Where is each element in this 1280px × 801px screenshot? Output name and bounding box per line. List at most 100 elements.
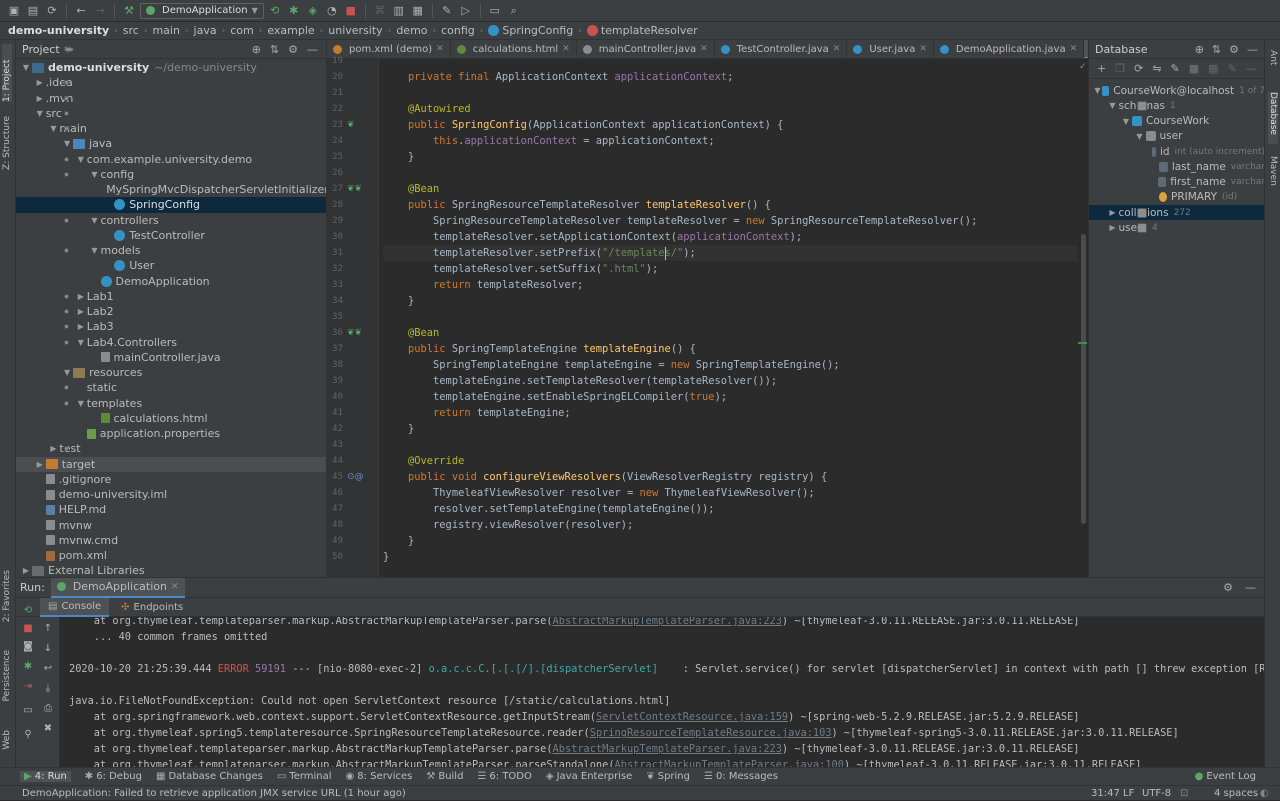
project-tree-item[interactable]: ▶ test bbox=[16, 441, 326, 456]
save-all-icon[interactable]: ▤ bbox=[25, 3, 41, 19]
database-tree-item[interactable]: ▼schemas1 bbox=[1089, 98, 1264, 113]
bottom-tool-button[interactable]: ◈ Java Enterprise bbox=[546, 771, 632, 782]
sdk-icon[interactable]: ▦ bbox=[410, 3, 426, 19]
scroll-thumb[interactable] bbox=[1081, 234, 1086, 524]
chevron-right-icon[interactable]: ▶ bbox=[75, 307, 87, 316]
chevron-right-icon[interactable]: ▶ bbox=[34, 460, 46, 469]
database-tree-item[interactable]: ▼ CourseWork@localhost 1 of 7 bbox=[1089, 83, 1264, 98]
tool-window-maven[interactable]: Maven bbox=[1268, 156, 1278, 186]
close-icon[interactable]: ✕ bbox=[171, 582, 179, 592]
gear-icon[interactable]: ⚙ bbox=[288, 43, 298, 56]
project-tree-item[interactable]: TestController bbox=[16, 228, 326, 243]
locate-icon[interactable]: ⊕ bbox=[1195, 43, 1204, 56]
forward-icon[interactable]: → bbox=[92, 3, 108, 19]
project-tree-item[interactable]: ▶ External Libraries bbox=[16, 563, 326, 577]
chevron-down-icon[interactable]: ▼ bbox=[61, 368, 73, 377]
stop-icon[interactable]: ■ bbox=[22, 623, 34, 635]
collapse-all-icon[interactable]: ⇅ bbox=[270, 43, 279, 56]
project-tree-item[interactable]: ▼ resources bbox=[16, 365, 326, 380]
database-tree-item[interactable]: ▶collations272 bbox=[1089, 205, 1264, 221]
breadcrumb-item[interactable]: demo-university bbox=[8, 24, 109, 37]
git-icon[interactable]: ◐ bbox=[1260, 786, 1269, 801]
close-icon[interactable]: ✕ bbox=[700, 44, 708, 54]
project-tree-item[interactable]: SpringConfig bbox=[16, 197, 326, 213]
project-tree-item[interactable]: ▼ com.example.university.demo bbox=[16, 152, 326, 167]
breadcrumb-item[interactable]: › demo bbox=[383, 24, 428, 37]
schema-sync-icon[interactable]: ⇋ bbox=[1152, 62, 1161, 75]
scroll-down-icon[interactable]: ↓ bbox=[42, 643, 54, 655]
tool-window-database[interactable]: Database bbox=[1268, 92, 1278, 144]
project-tree-item[interactable]: ▼ Lab4.Controllers bbox=[16, 335, 326, 350]
project-tree-item[interactable]: pom.xml bbox=[16, 548, 326, 563]
trash-icon[interactable]: ✖ bbox=[42, 723, 54, 735]
tool-window-structure[interactable]: Z: Structure bbox=[2, 116, 12, 170]
exit-icon[interactable]: ⇥ bbox=[22, 681, 34, 693]
project-tree-item[interactable]: HELP.md bbox=[16, 502, 326, 517]
debug-icon[interactable]: ✱ bbox=[286, 3, 302, 19]
event-log-button[interactable]: ● Event Log bbox=[1195, 771, 1256, 782]
chevron-down-icon[interactable]: ▼ bbox=[34, 109, 46, 118]
coverage-icon[interactable]: ◈ bbox=[305, 3, 321, 19]
soft-wrap-icon[interactable]: ↩ bbox=[42, 663, 54, 675]
editor-tab[interactable]: DemoApplication.java ✕ bbox=[934, 40, 1085, 58]
project-tree-item[interactable]: ▼ main bbox=[16, 121, 326, 136]
chevron-down-icon[interactable]: ▼ bbox=[1120, 117, 1132, 126]
rerun-icon[interactable]: ⟲ bbox=[22, 605, 34, 617]
project-tree-item[interactable]: demo-university.iml bbox=[16, 487, 326, 502]
breadcrumb-item[interactable]: › example bbox=[254, 24, 315, 37]
breadcrumb-item[interactable]: › SpringConfig bbox=[475, 24, 573, 37]
project-tree-item[interactable]: ▼ controllers bbox=[16, 213, 326, 228]
chevron-right-icon[interactable]: ▶ bbox=[34, 94, 46, 103]
close-icon[interactable]: ✕ bbox=[562, 44, 570, 54]
chevron-down-icon[interactable]: ▼ bbox=[1107, 101, 1119, 110]
chevron-right-icon[interactable]: ▶ bbox=[1107, 208, 1119, 217]
hide-icon[interactable]: — bbox=[307, 43, 318, 56]
bottom-tool-button[interactable]: ▭ Terminal bbox=[277, 771, 332, 782]
code-area[interactable]: private final ApplicationContext applica… bbox=[383, 59, 1078, 577]
project-tree-item[interactable]: ▼ config bbox=[16, 167, 326, 182]
back-icon[interactable]: ← bbox=[73, 3, 89, 19]
project-tree-item[interactable]: ▶ .idea bbox=[16, 75, 326, 90]
database-tree-item[interactable]: ▼ user bbox=[1089, 129, 1264, 144]
chevron-right-icon[interactable]: ▶ bbox=[75, 322, 87, 331]
project-tree-item[interactable]: mvnw bbox=[16, 518, 326, 533]
tab-console[interactable]: ▤ Console bbox=[40, 597, 110, 617]
stop-icon[interactable]: ■ bbox=[1189, 62, 1199, 75]
editor-tab[interactable]: calculations.html ✕ bbox=[451, 40, 577, 58]
hide-icon[interactable]: — bbox=[1247, 43, 1258, 56]
properties-icon[interactable]: ✎ bbox=[1171, 62, 1180, 75]
chevron-right-icon[interactable]: ▶ bbox=[34, 78, 46, 87]
attach-debugger-icon[interactable]: ⌘ bbox=[372, 3, 388, 19]
project-tree-item[interactable]: mvnw.cmd bbox=[16, 533, 326, 548]
database-tree-item[interactable]: last_name varchar bbox=[1089, 159, 1264, 174]
breadcrumb-item[interactable]: › main bbox=[139, 24, 180, 37]
project-tree-item[interactable]: ▼ models bbox=[16, 243, 326, 258]
table-icon[interactable]: ▦ bbox=[1208, 62, 1218, 75]
chevron-down-icon[interactable]: ▼ bbox=[47, 124, 59, 133]
layout-icon[interactable]: ▭ bbox=[22, 705, 34, 717]
breadcrumb-item[interactable]: › java bbox=[180, 24, 217, 37]
database-tree-item[interactable]: ▶ users 4 bbox=[1089, 220, 1264, 235]
indent-setting[interactable]: 4 spaces bbox=[1214, 786, 1258, 801]
project-view-select[interactable]: Project bbox=[22, 43, 60, 56]
print-icon[interactable]: ⎙ bbox=[42, 703, 54, 715]
database-tree-item[interactable]: ▼ CourseWork bbox=[1089, 114, 1264, 129]
project-tree-item[interactable]: .gitignore bbox=[16, 472, 326, 487]
spring-bean-icon[interactable]: ❦❦ bbox=[347, 184, 362, 194]
rerun-icon[interactable]: ⟲ bbox=[267, 3, 283, 19]
tab-endpoints[interactable]: ✣ Endpoints bbox=[113, 598, 191, 617]
chevron-right-icon[interactable]: ▶ bbox=[47, 444, 59, 453]
project-tree-item[interactable]: DemoApplication bbox=[16, 274, 326, 289]
presentation-icon[interactable]: ▭ bbox=[487, 3, 503, 19]
edit-icon[interactable]: ✎ bbox=[1228, 62, 1237, 75]
file-encoding[interactable]: UTF-8 bbox=[1142, 786, 1171, 801]
copy-icon[interactable]: ❐ bbox=[1115, 62, 1125, 75]
editor-tab[interactable]: TestController.java ✕ bbox=[715, 40, 848, 58]
tool-window-favorites[interactable]: 2: Favorites bbox=[2, 570, 12, 622]
project-tree-item[interactable]: ▼ src bbox=[16, 106, 326, 121]
chevron-down-icon[interactable]: ▼ bbox=[89, 170, 101, 179]
bottom-tool-button[interactable]: ☰ 0: Messages bbox=[704, 771, 778, 782]
profile-icon[interactable]: ◔ bbox=[324, 3, 340, 19]
editor-scrollbar[interactable]: ✓ bbox=[1078, 59, 1088, 577]
database-tree-item[interactable]: PRIMARY (id) bbox=[1089, 190, 1264, 205]
